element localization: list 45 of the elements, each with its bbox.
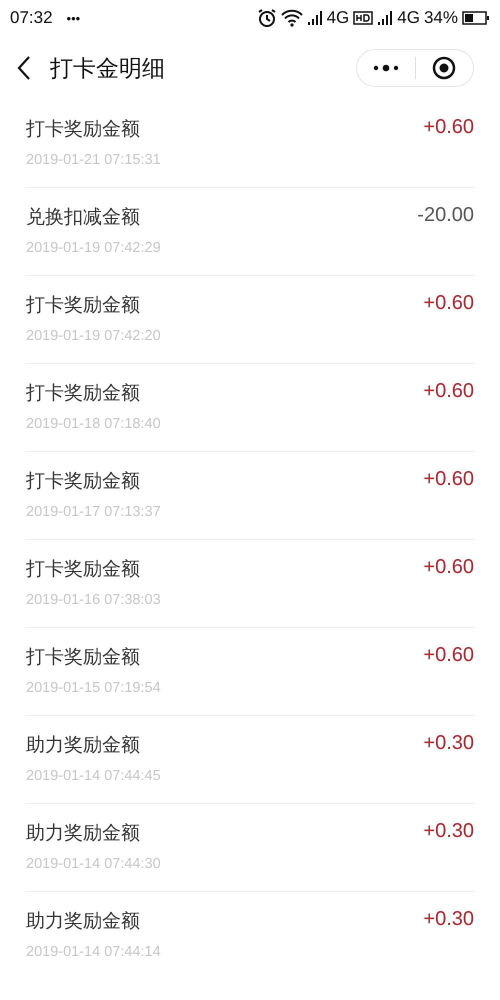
wifi-icon xyxy=(280,9,303,27)
back-icon[interactable] xyxy=(16,55,32,81)
alarm-clock-icon xyxy=(256,8,277,28)
record-title: 打卡奖励金额 xyxy=(26,381,141,406)
network-label: 4G xyxy=(397,8,420,28)
record-amount: -20.00 xyxy=(417,204,474,228)
record-amount: +0.60 xyxy=(423,644,474,668)
battery-percent: 34% xyxy=(424,8,458,28)
record-date: 2019-01-15 07:19:54 xyxy=(26,680,161,696)
record-date: 2019-01-18 07:18:40 xyxy=(26,416,161,432)
record-title: 打卡奖励金额 xyxy=(26,117,141,142)
target-icon xyxy=(432,56,456,80)
record-title: 兑换扣减金额 xyxy=(26,205,141,230)
record-title: 打卡奖励金额 xyxy=(26,293,141,318)
record-amount: +0.30 xyxy=(423,732,474,756)
record-date: 2019-01-14 07:44:14 xyxy=(26,944,161,960)
battery-icon xyxy=(462,11,490,25)
record-date: 2019-01-17 07:13:37 xyxy=(26,504,161,520)
hd-icon xyxy=(353,11,374,25)
record-title: 打卡奖励金额 xyxy=(26,557,141,582)
record-amount: +0.60 xyxy=(423,556,474,580)
signal-icon xyxy=(306,10,323,26)
record-date: 2019-01-21 07:15:31 xyxy=(26,152,161,168)
record-amount: +0.30 xyxy=(423,908,474,932)
record-title: 助力奖励金额 xyxy=(26,909,141,934)
signal-icon xyxy=(377,10,394,26)
record-amount: +0.60 xyxy=(423,116,474,140)
clock-time: 07:32 xyxy=(10,8,53,28)
page-title: 打卡金明细 xyxy=(50,54,166,84)
record-amount: +0.30 xyxy=(423,820,474,844)
record-title: 打卡奖励金额 xyxy=(26,645,141,670)
record-amount: +0.60 xyxy=(423,468,474,492)
record-date: 2019-01-16 07:38:03 xyxy=(26,592,161,608)
record-title: 打卡奖励金额 xyxy=(26,469,141,494)
record-date: 2019-01-19 07:42:20 xyxy=(26,328,161,344)
record-date: 2019-01-14 07:44:45 xyxy=(26,768,161,784)
record-amount: +0.60 xyxy=(423,380,474,404)
more-icon xyxy=(372,64,399,72)
more-dots: ••• xyxy=(66,10,80,26)
record-date: 2019-01-19 07:42:29 xyxy=(26,240,161,256)
record-title: 助力奖励金额 xyxy=(26,733,141,758)
record-amount: +0.60 xyxy=(423,292,474,316)
network-label: 4G xyxy=(326,8,350,28)
record-title: 助力奖励金额 xyxy=(26,821,141,846)
record-date: 2019-01-14 07:44:30 xyxy=(26,856,161,872)
